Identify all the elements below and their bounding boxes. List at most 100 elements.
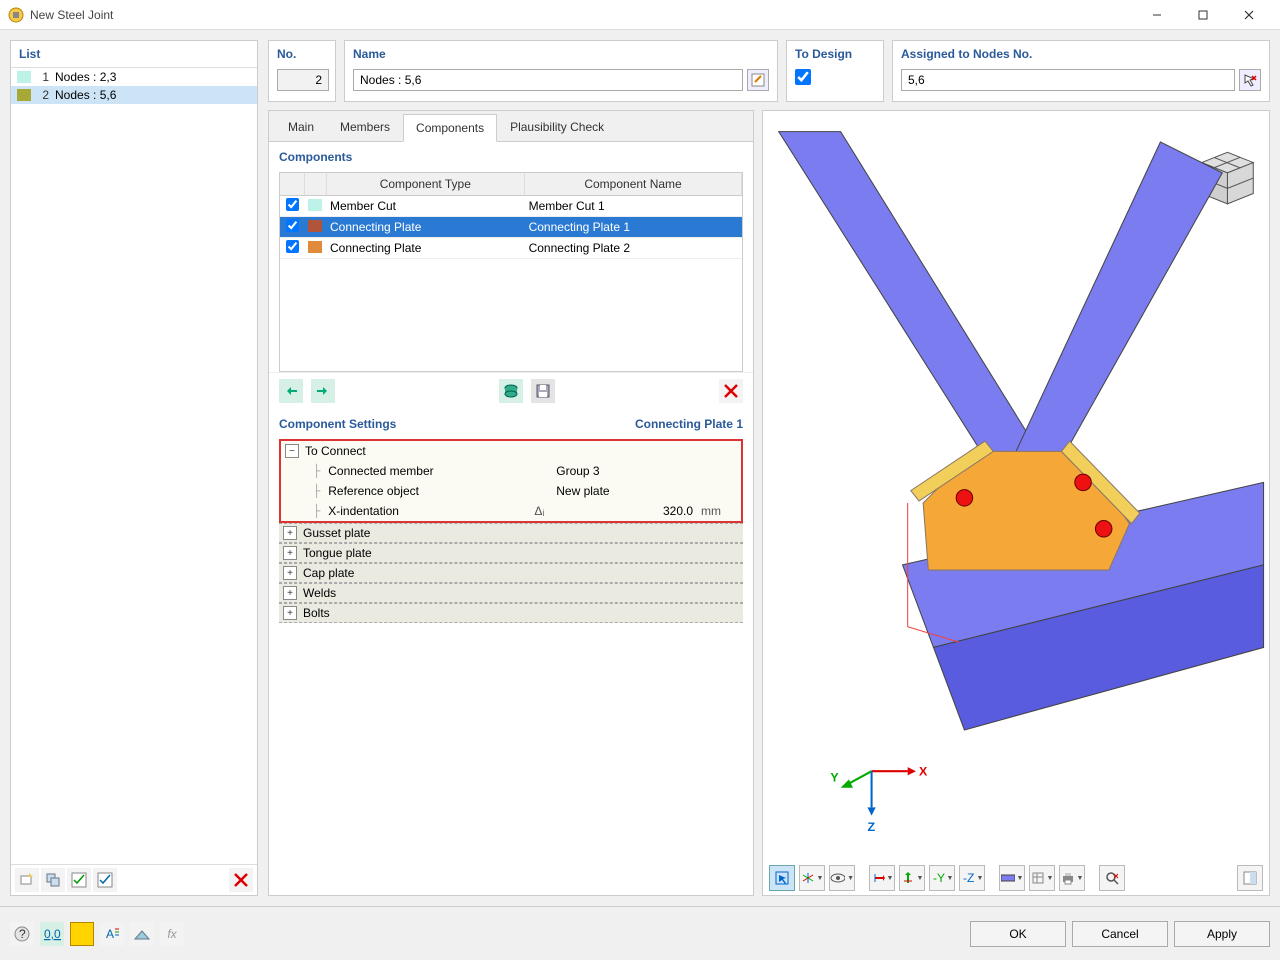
setting-row[interactable]: ├X-indentationΔᵢ320.0mm bbox=[281, 501, 741, 521]
setting-group[interactable]: +Tongue plate bbox=[279, 543, 743, 563]
units-button[interactable]: 0,00 bbox=[40, 922, 64, 946]
move-up-button[interactable] bbox=[279, 379, 303, 403]
components-toolbar bbox=[269, 372, 753, 409]
render-mode-button[interactable]: ▼ bbox=[999, 865, 1025, 891]
fx-button[interactable]: fx bbox=[160, 922, 184, 946]
tab-components[interactable]: Components bbox=[403, 114, 497, 142]
new-item-button[interactable] bbox=[15, 868, 39, 892]
bolt-icon bbox=[956, 490, 973, 507]
list-item-num: 2 bbox=[37, 88, 49, 102]
viewport[interactable]: X Y Z ▼ ▼ ▼ ▼ -Y▼ -Z▼ ▼ ▼ bbox=[762, 110, 1270, 896]
view-neg-z-button[interactable]: -Z▼ bbox=[959, 865, 985, 891]
expand-icon[interactable]: + bbox=[283, 546, 297, 560]
svg-text:-Y: -Y bbox=[933, 871, 945, 885]
no-input[interactable] bbox=[277, 69, 329, 91]
view-y-button[interactable]: ▼ bbox=[899, 865, 925, 891]
move-down-button[interactable] bbox=[311, 379, 335, 403]
setting-value[interactable]: 320.0 bbox=[550, 504, 701, 518]
show-hide-button[interactable]: ▼ bbox=[829, 865, 855, 891]
delete-component-button[interactable] bbox=[719, 379, 743, 403]
name-field-box: Name bbox=[344, 40, 778, 102]
fullscreen-button[interactable] bbox=[1237, 865, 1263, 891]
close-button[interactable] bbox=[1226, 0, 1272, 30]
svg-text:-Z: -Z bbox=[963, 871, 974, 885]
ok-button[interactable]: OK bbox=[970, 921, 1066, 947]
svg-text:?: ? bbox=[19, 927, 26, 941]
uncheck-all-button[interactable] bbox=[93, 868, 117, 892]
help-button[interactable]: ? bbox=[10, 922, 34, 946]
tab-main[interactable]: Main bbox=[275, 113, 327, 141]
view-x-button[interactable]: ▼ bbox=[869, 865, 895, 891]
component-checkbox[interactable] bbox=[286, 240, 299, 253]
setting-group[interactable]: +Welds bbox=[279, 583, 743, 603]
setting-row[interactable]: ├Connected memberGroup 3 bbox=[281, 461, 741, 481]
to-connect-group: − To Connect ├Connected memberGroup 3├Re… bbox=[279, 439, 743, 523]
component-row[interactable]: Connecting PlateConnecting Plate 1 bbox=[280, 217, 742, 238]
setting-group-label: Cap plate bbox=[303, 566, 354, 580]
select-mode-button[interactable] bbox=[769, 865, 795, 891]
setting-group[interactable]: +Bolts bbox=[279, 603, 743, 623]
color-button[interactable] bbox=[70, 922, 94, 946]
list-item[interactable]: 1Nodes : 2,3 bbox=[11, 68, 257, 86]
settings-title: Component Settings bbox=[279, 417, 396, 431]
setting-group[interactable]: + Cap plate bbox=[279, 563, 743, 583]
pick-nodes-button[interactable] bbox=[1239, 69, 1261, 91]
save-component-button[interactable] bbox=[531, 379, 555, 403]
component-row[interactable]: Member CutMember Cut 1 bbox=[280, 196, 742, 217]
tabs-panel: MainMembersComponentsPlausibility Check … bbox=[268, 110, 754, 896]
tab-members[interactable]: Members bbox=[327, 113, 403, 141]
expand-icon[interactable]: + bbox=[283, 526, 297, 540]
component-checkbox[interactable] bbox=[286, 198, 299, 211]
component-type: Connecting Plate bbox=[326, 238, 525, 259]
list-panel: List 1Nodes : 2,32Nodes : 5,6 bbox=[10, 40, 258, 896]
library-button[interactable] bbox=[499, 379, 523, 403]
collapse-icon[interactable]: − bbox=[285, 444, 299, 458]
zoom-extents-button[interactable] bbox=[1099, 865, 1125, 891]
apply-button[interactable]: Apply bbox=[1174, 921, 1270, 947]
name-input[interactable] bbox=[353, 69, 743, 91]
setting-value[interactable]: New plate bbox=[550, 484, 701, 498]
duplicate-item-button[interactable] bbox=[41, 868, 65, 892]
to-design-field-box: To Design bbox=[786, 40, 884, 102]
maximize-button[interactable] bbox=[1180, 0, 1226, 30]
setting-unit: mm bbox=[701, 504, 737, 518]
list-header: List bbox=[11, 41, 257, 68]
axis-view-button[interactable]: ▼ bbox=[799, 865, 825, 891]
swatch-icon bbox=[308, 241, 322, 253]
component-name: Connecting Plate 2 bbox=[525, 238, 742, 259]
setting-value[interactable]: Group 3 bbox=[550, 464, 701, 478]
list-item-num: 1 bbox=[37, 70, 49, 84]
svg-text:A: A bbox=[106, 927, 114, 941]
view-neg-y-button[interactable]: -Y▼ bbox=[929, 865, 955, 891]
assigned-nodes-input[interactable] bbox=[901, 69, 1235, 91]
components-col-name: Component Name bbox=[525, 173, 742, 196]
expand-icon[interactable]: + bbox=[283, 566, 297, 580]
svg-text:Y: Y bbox=[830, 771, 839, 785]
cancel-button[interactable]: Cancel bbox=[1072, 921, 1168, 947]
joint-3d-view[interactable]: X Y Z bbox=[763, 111, 1269, 895]
font-button[interactable]: A bbox=[100, 922, 124, 946]
delete-item-button[interactable] bbox=[229, 868, 253, 892]
setting-group[interactable]: +Gusset plate bbox=[279, 523, 743, 543]
list-item[interactable]: 2Nodes : 5,6 bbox=[11, 86, 257, 104]
check-all-button[interactable] bbox=[67, 868, 91, 892]
print-button[interactable]: ▼ bbox=[1059, 865, 1085, 891]
wireframe-mode-button[interactable]: ▼ bbox=[1029, 865, 1055, 891]
edit-name-button[interactable] bbox=[747, 69, 769, 91]
minimize-button[interactable] bbox=[1134, 0, 1180, 30]
expand-icon[interactable]: + bbox=[283, 586, 297, 600]
settings-header: Component Settings Connecting Plate 1 bbox=[269, 409, 753, 439]
no-label: No. bbox=[277, 47, 327, 61]
components-table: Component Type Component Name Member Cut… bbox=[279, 172, 743, 372]
settings-body: − To Connect ├Connected memberGroup 3├Re… bbox=[279, 439, 743, 885]
component-row[interactable]: Connecting PlateConnecting Plate 2 bbox=[280, 238, 742, 259]
preview-button[interactable] bbox=[130, 922, 154, 946]
setting-row[interactable]: ├Reference objectNew plate bbox=[281, 481, 741, 501]
to-connect-header[interactable]: − To Connect bbox=[281, 441, 741, 461]
viewport-toolbar: ▼ ▼ ▼ ▼ -Y▼ -Z▼ ▼ ▼ ▼ bbox=[769, 865, 1263, 891]
expand-icon[interactable]: + bbox=[283, 606, 297, 620]
component-checkbox[interactable] bbox=[286, 219, 299, 232]
title-bar: New Steel Joint bbox=[0, 0, 1280, 30]
tab-plausibility-check[interactable]: Plausibility Check bbox=[497, 113, 617, 141]
to-design-checkbox[interactable] bbox=[795, 69, 811, 85]
